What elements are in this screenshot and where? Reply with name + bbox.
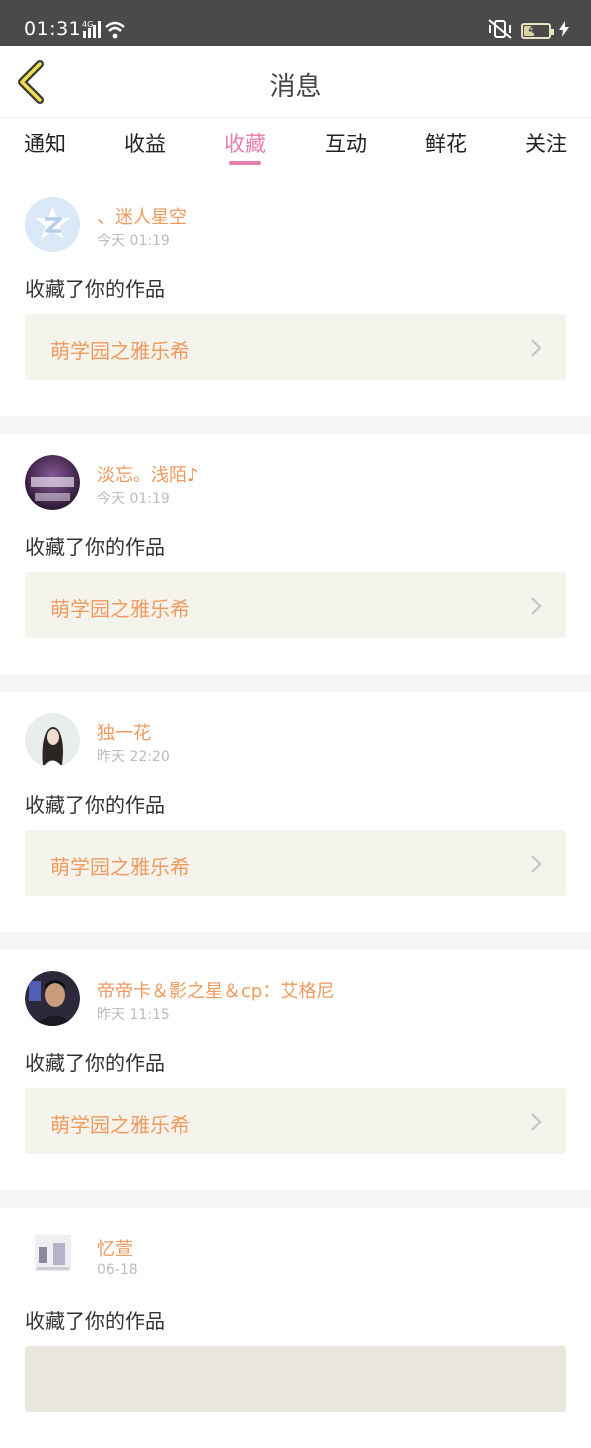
action-text: 收藏了你的作品 (25, 1051, 165, 1075)
tab-favorites[interactable]: 收藏 (224, 128, 266, 158)
username[interactable]: 忆萱 (97, 1235, 133, 1261)
message-time: 今天 01:19 (97, 233, 170, 249)
network-type-label: 4G (82, 20, 93, 29)
signal-icon: 4G (82, 18, 130, 44)
tab-follow[interactable]: 关注 (525, 128, 567, 158)
status-bar: 01:31 4G 41 (0, 0, 591, 46)
charging-icon (559, 21, 569, 41)
action-text: 收藏了你的作品 (25, 793, 165, 817)
username[interactable]: 、迷人星空 (97, 203, 187, 229)
chevron-right-icon (531, 339, 542, 357)
status-right: 41 (487, 18, 569, 44)
vibrate-mute-icon (487, 18, 513, 44)
work-link[interactable]: 萌学园之雅乐希 (25, 314, 566, 380)
battery-icon: 41 (521, 23, 554, 39)
work-link[interactable]: 萌学园之雅乐希 (25, 572, 566, 638)
action-text: 收藏了你的作品 (25, 277, 165, 301)
avatar[interactable] (25, 971, 80, 1026)
photo-avatar-icon (25, 971, 80, 1026)
qq-default-avatar-icon (25, 197, 80, 252)
photo-avatar-icon (25, 713, 80, 768)
battery-text: 41 (528, 23, 544, 36)
avatar[interactable] (25, 197, 80, 252)
message-item: 淡忘。浅陌♪ 今天 01:19 收藏了你的作品 萌学园之雅乐希 (0, 434, 591, 674)
work-title: 萌学园之雅乐希 (50, 855, 190, 879)
divider (0, 674, 591, 692)
action-text: 收藏了你的作品 (25, 535, 165, 559)
photo-avatar-icon (25, 1229, 80, 1284)
active-tab-indicator (229, 161, 261, 165)
username[interactable]: 帝帝卡＆影之星＆cp：艾格尼 (97, 977, 334, 1003)
username[interactable]: 独一花 (97, 719, 151, 745)
username[interactable]: 淡忘。浅陌♪ (97, 461, 199, 487)
work-link[interactable] (25, 1346, 566, 1412)
tab-bar: 通知 收益 收藏 互动 鲜花 关注 (0, 118, 591, 174)
chevron-right-icon (531, 597, 542, 615)
action-text: 收藏了你的作品 (25, 1309, 165, 1333)
divider (0, 1190, 591, 1208)
message-item: 忆萱 06-18 收藏了你的作品 (0, 1208, 591, 1448)
status-time: 01:31 (24, 18, 82, 40)
tab-interaction[interactable]: 互动 (325, 128, 367, 158)
divider (0, 416, 591, 434)
avatar[interactable] (25, 1229, 80, 1284)
message-item: 独一花 昨天 22:20 收藏了你的作品 萌学园之雅乐希 (0, 692, 591, 932)
work-title: 萌学园之雅乐希 (50, 1113, 190, 1137)
work-link[interactable]: 萌学园之雅乐希 (25, 1088, 566, 1154)
divider (0, 932, 591, 950)
message-time: 06-18 (97, 1262, 138, 1278)
message-list: 、迷人星空 今天 01:19 收藏了你的作品 萌学园之雅乐希 淡忘。浅陌♪ 今天… (0, 176, 591, 1448)
tab-notice[interactable]: 通知 (24, 128, 66, 158)
header: 消息 (0, 46, 591, 118)
message-time: 昨天 11:15 (97, 1007, 170, 1023)
chevron-right-icon (531, 855, 542, 873)
message-item: 、迷人星空 今天 01:19 收藏了你的作品 萌学园之雅乐希 (0, 176, 591, 416)
work-title: 萌学园之雅乐希 (50, 339, 190, 363)
chevron-right-icon (531, 1113, 542, 1131)
message-time: 今天 01:19 (97, 491, 170, 507)
tab-flowers[interactable]: 鲜花 (425, 128, 467, 158)
page-title: 消息 (269, 72, 322, 102)
message-item: 帝帝卡＆影之星＆cp：艾格尼 昨天 11:15 收藏了你的作品 萌学园之雅乐希 (0, 950, 591, 1190)
message-time: 昨天 22:20 (97, 749, 170, 765)
work-link[interactable]: 萌学园之雅乐希 (25, 830, 566, 896)
photo-avatar-icon (25, 455, 80, 510)
tab-income[interactable]: 收益 (124, 128, 166, 158)
avatar[interactable] (25, 713, 80, 768)
work-title: 萌学园之雅乐希 (50, 597, 190, 621)
avatar[interactable] (25, 455, 80, 510)
